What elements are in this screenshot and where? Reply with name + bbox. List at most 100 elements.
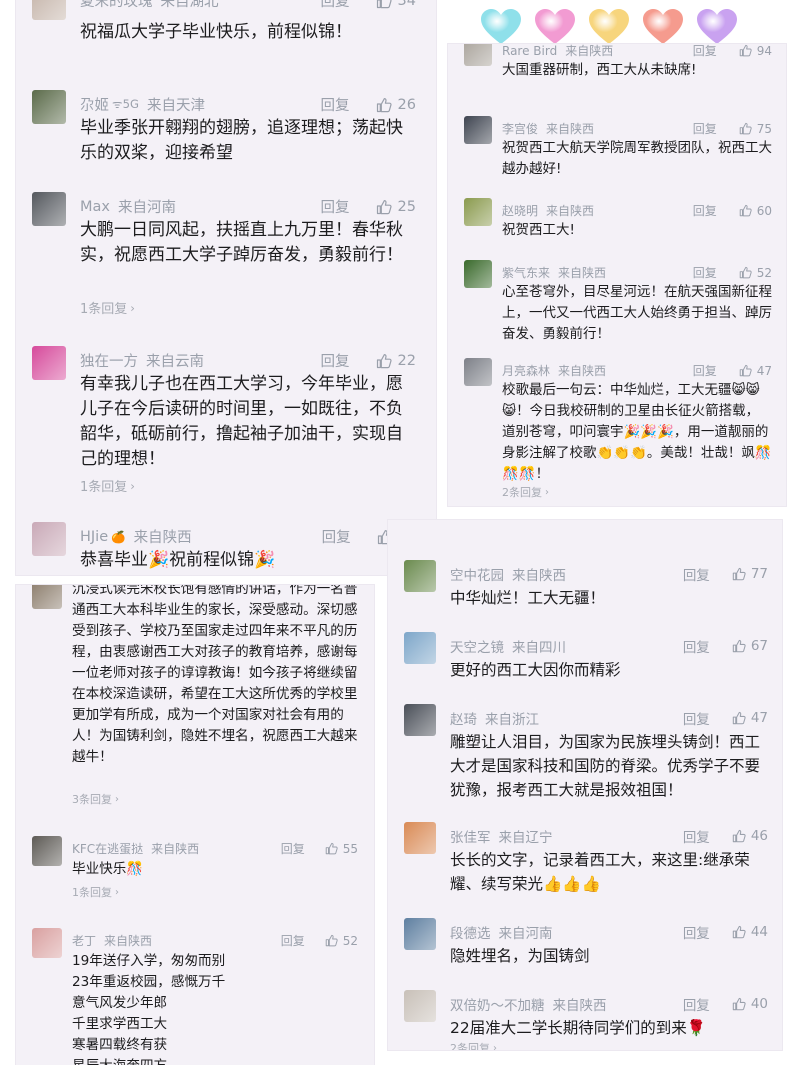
username[interactable]: 赵晓明 — [502, 202, 538, 219]
username[interactable]: 张佳军 — [450, 826, 491, 846]
avatar[interactable] — [404, 990, 436, 1022]
avatar[interactable] — [32, 836, 62, 866]
like-count: 94 — [756, 44, 772, 58]
username[interactable]: 空中花园 — [450, 564, 504, 584]
comment-meta: 夏末的玫瑰 来自湖北 — [80, 0, 219, 11]
reply-button[interactable]: 回复 — [683, 636, 710, 656]
reply-button[interactable]: 回复 — [683, 826, 710, 846]
comment-text: 祝福瓜大学子毕业快乐，前程似锦！ — [80, 22, 352, 42]
like-button[interactable]: 44 — [732, 924, 768, 940]
reply-button[interactable]: 回复 — [321, 0, 350, 11]
like-button[interactable]: 22 — [376, 353, 416, 369]
reply-button[interactable]: 回复 — [321, 196, 350, 217]
username[interactable]: 天空之镜 — [450, 636, 504, 656]
location-label: 来自浙江 — [485, 712, 539, 728]
chevron-right-icon: › — [130, 300, 135, 315]
like-button[interactable]: 47 — [739, 364, 772, 378]
avatar[interactable] — [404, 704, 436, 736]
view-replies-link[interactable]: 1条回复 › — [72, 884, 119, 900]
like-count: 47 — [750, 710, 768, 726]
reply-button[interactable]: 回复 — [683, 994, 710, 1014]
reply-button[interactable]: 回复 — [683, 922, 710, 942]
avatar[interactable] — [404, 632, 436, 664]
reply-button[interactable]: 回复 — [322, 526, 351, 547]
like-button[interactable]: 60 — [739, 204, 772, 218]
chevron-right-icon: › — [115, 793, 119, 805]
reply-button[interactable]: 回复 — [281, 840, 305, 857]
avatar[interactable] — [32, 0, 66, 20]
avatar[interactable] — [32, 585, 62, 609]
reply-button[interactable]: 回复 — [321, 94, 350, 115]
view-replies-link[interactable]: 2条回复 › — [502, 484, 549, 500]
like-button[interactable]: 94 — [739, 44, 772, 58]
reply-button[interactable]: 回复 — [693, 202, 717, 219]
username[interactable]: 双倍奶～不加糖 — [450, 994, 545, 1014]
avatar[interactable] — [404, 822, 436, 854]
avatar[interactable] — [32, 928, 62, 958]
like-button[interactable]: 52 — [325, 934, 358, 948]
reply-button[interactable]: 回复 — [321, 350, 350, 371]
username[interactable]: 赵琦 — [450, 708, 477, 728]
like-button[interactable]: 34 — [376, 0, 416, 9]
avatar[interactable] — [464, 358, 492, 386]
thumbs-up-icon — [732, 639, 746, 653]
reply-button[interactable]: 回复 — [683, 708, 710, 728]
comment-text: 祝贺西工大! — [502, 222, 575, 238]
avatar[interactable] — [464, 198, 492, 226]
avatar[interactable] — [32, 90, 66, 124]
comment-item — [16, 340, 436, 350]
location-label: 来自陕西 — [512, 568, 566, 584]
view-replies-link[interactable]: 2条回复 › — [450, 1040, 497, 1050]
reply-button[interactable]: 回复 — [693, 264, 717, 281]
username[interactable]: 李宫俊 — [502, 120, 538, 137]
reply-button[interactable]: 回复 — [693, 362, 717, 379]
like-button[interactable]: 25 — [376, 199, 416, 215]
username[interactable]: KFC在逃蛋挞 — [72, 840, 143, 857]
view-replies-link[interactable]: 1条回复 › — [80, 298, 135, 318]
username[interactable]: 月亮森林 — [502, 362, 550, 379]
like-button[interactable]: 40 — [732, 996, 768, 1012]
like-button[interactable]: 52 — [739, 266, 772, 280]
like-count: 44 — [750, 924, 768, 940]
like-button[interactable]: 26 — [376, 97, 416, 113]
comment-meta: 尕姬 ᯤ5G 来自天津 — [80, 94, 205, 115]
username[interactable]: HJie — [80, 529, 108, 545]
like-button[interactable]: 77 — [732, 566, 768, 582]
like-button[interactable]: 46 — [732, 828, 768, 844]
avatar[interactable] — [404, 918, 436, 950]
username[interactable]: 尕姬 — [80, 94, 109, 115]
reply-button[interactable]: 回复 — [693, 44, 717, 59]
username[interactable]: 老丁 — [72, 932, 96, 949]
username[interactable]: 夏末的玫瑰 — [80, 0, 153, 11]
avatar[interactable] — [464, 260, 492, 288]
avatar[interactable] — [32, 522, 66, 556]
username[interactable]: 独在一方 — [80, 350, 138, 371]
username[interactable]: 段德选 — [450, 922, 491, 942]
comment-actions: 回复 60 — [693, 202, 772, 219]
avatar[interactable] — [464, 44, 492, 66]
reply-button[interactable]: 回复 — [693, 120, 717, 137]
thumbs-up-icon — [376, 97, 392, 113]
like-button[interactable]: 47 — [732, 710, 768, 726]
yellow-heart-icon — [588, 8, 630, 46]
like-button[interactable]: 67 — [732, 638, 768, 654]
avatar[interactable] — [464, 116, 492, 144]
avatar[interactable] — [32, 192, 66, 226]
avatar[interactable] — [32, 346, 66, 380]
comment-text: 沉浸式读完宋校长饱有感情的讲话，作为一名普通西工大本科毕业生的家长，深受感动。深… — [72, 585, 358, 765]
username[interactable]: 紫气东来 — [502, 264, 550, 281]
like-button[interactable]: 75 — [739, 122, 772, 136]
username[interactable]: Max — [80, 199, 110, 215]
username[interactable]: Rare Bird — [502, 44, 557, 58]
reply-button[interactable]: 回复 — [683, 564, 710, 584]
thumbs-up-icon — [732, 925, 746, 939]
reply-button[interactable]: 回复 — [281, 932, 305, 949]
pink-heart-icon — [534, 8, 576, 46]
like-count: 52 — [756, 265, 772, 280]
avatar[interactable] — [404, 560, 436, 592]
comment-panel-a: 夏末的玫瑰 来自湖北 回复 34 祝福瓜大学子毕业快乐，前程似锦！ 尕姬 ᯤ5G 来自天津 回复… — [16, 0, 436, 575]
view-replies-link[interactable]: 3条回复 › — [72, 791, 119, 807]
like-button[interactable]: 55 — [325, 842, 358, 856]
view-replies-link[interactable]: 1条回复 › — [80, 476, 135, 496]
comment-actions: 回复 46 — [683, 826, 768, 846]
